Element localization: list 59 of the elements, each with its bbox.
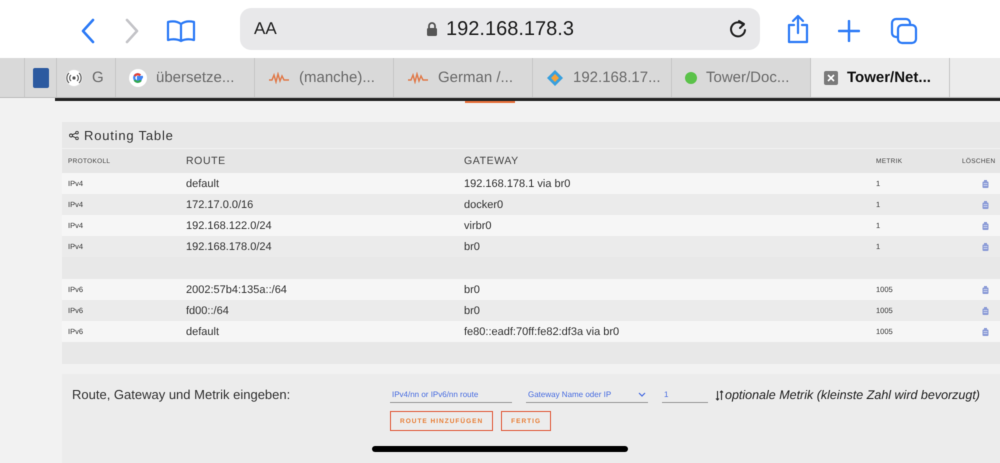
panel-title: Routing Table	[84, 128, 174, 142]
table-cell-text: default	[186, 326, 220, 338]
metric-input-field[interactable]: 1	[662, 387, 708, 403]
table-cell-text: 192.168.178.0/24	[186, 240, 273, 252]
wave-icon	[268, 72, 290, 84]
close-icon[interactable]	[824, 70, 838, 84]
address-text: 192.168.178.3	[446, 18, 574, 40]
browser-tab[interactable]: übersetze...	[116, 58, 255, 97]
status-dot-icon	[685, 72, 697, 84]
trash-icon[interactable]	[982, 222, 989, 230]
share-nodes-icon	[69, 130, 79, 140]
reload-icon[interactable]	[728, 18, 748, 40]
browser-tab[interactable]	[25, 58, 57, 97]
form-label: Route, Gateway und Metrik eingeben:	[72, 387, 292, 404]
table-cell-text: fd00::/64	[186, 304, 230, 316]
table-cell-text: br0	[464, 284, 481, 296]
sort-icon	[715, 390, 724, 400]
gateway-select[interactable]: Gateway Name oder IP	[526, 387, 648, 403]
share-icon[interactable]	[786, 14, 810, 44]
hint-text: optionale Metrik (kleinste Zahl wird bevorzugt)	[725, 388, 980, 402]
browser-tab[interactable]: (manche)...	[255, 58, 394, 97]
browser-tab[interactable]: German /...	[394, 58, 533, 97]
column-header: GATEWAY	[464, 155, 520, 167]
forward-icon[interactable]	[124, 18, 140, 44]
google-icon	[129, 68, 147, 86]
diamond-icon	[546, 68, 564, 86]
chevron-down-icon	[638, 392, 646, 397]
broadcast-icon	[65, 68, 83, 86]
trash-icon[interactable]	[982, 200, 989, 208]
trash-icon[interactable]	[982, 286, 989, 294]
table-cell-text: br0	[464, 304, 481, 316]
trash-icon[interactable]	[982, 242, 989, 250]
table-cell-text: default	[186, 178, 220, 190]
button-edge	[465, 101, 515, 103]
trash-icon[interactable]	[982, 328, 989, 336]
favicon	[33, 68, 49, 88]
route-input-field[interactable]: IPv4/nn or IPv6/nn route	[390, 387, 512, 403]
trash-icon[interactable]	[982, 306, 989, 314]
plus-icon[interactable]	[838, 20, 860, 42]
table-cell-text: fe80::eadf:70ff:fe82:df3a via br0	[464, 326, 620, 338]
back-icon[interactable]	[80, 18, 96, 44]
trash-icon[interactable]	[982, 180, 989, 188]
table-cell-text: 2002:57b4:135a::/64	[186, 284, 288, 296]
text-size-button[interactable]: AA	[254, 19, 277, 39]
browser-tab[interactable]: Tower/Doc...	[672, 58, 811, 97]
browser-tab[interactable]: 192.168.17...	[533, 58, 672, 97]
table-cell-text: virbr0	[464, 220, 493, 232]
column-header: ROUTE	[186, 155, 227, 167]
address-bar[interactable]: AA 192.168.178.3	[240, 8, 760, 50]
table-cell-text: 192.168.122.0/24	[186, 220, 273, 232]
table-cell-text: docker0	[464, 198, 504, 210]
lock-icon	[426, 21, 438, 37]
book-icon[interactable]	[166, 19, 196, 43]
browser-tab[interactable]: G	[57, 58, 116, 97]
table-cell-text: 192.168.178.1 via br0	[464, 178, 572, 190]
tabs-icon[interactable]	[890, 17, 918, 45]
table-cell-text: br0	[464, 240, 481, 252]
wave-icon	[407, 72, 429, 84]
table-cell-text: 172.17.0.0/16	[186, 198, 254, 210]
